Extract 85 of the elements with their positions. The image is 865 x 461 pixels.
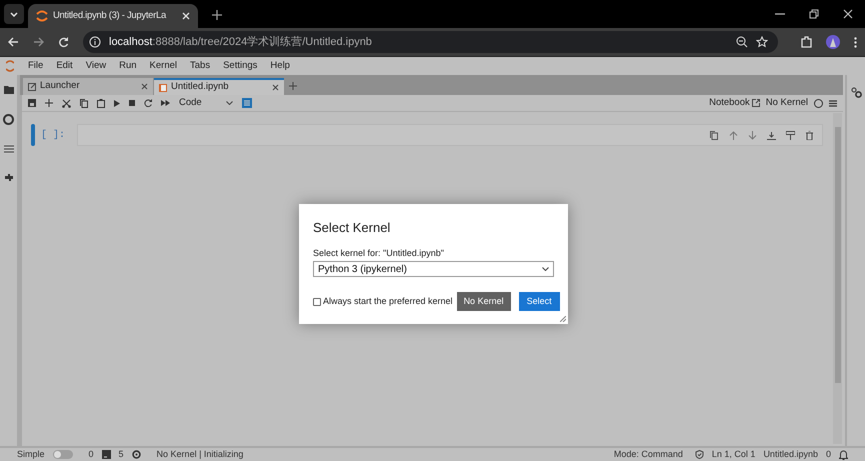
browser-tab[interactable]: Untitled.ipynb (3) - JupyterLa: [28, 4, 198, 28]
jupyter-logo-icon: [36, 10, 48, 22]
menu-item[interactable]: Kernel: [150, 58, 178, 74]
close-icon[interactable]: [843, 9, 853, 19]
paste-icon[interactable]: [97, 98, 105, 108]
simple-toggle[interactable]: [52, 450, 73, 459]
kernel-dropdown[interactable]: Python 3 (ipykernel): [313, 261, 554, 277]
no-kernel-button[interactable]: No Kernel: [456, 292, 511, 311]
menu-item[interactable]: View: [86, 58, 106, 74]
star-icon[interactable]: [756, 36, 768, 48]
kernel-idle-icon: [814, 98, 823, 108]
add-icon[interactable]: [45, 99, 53, 107]
scrollbar[interactable]: [833, 113, 842, 444]
cursor-position[interactable]: Ln 1, Col 1: [712, 448, 756, 461]
close-icon[interactable]: [141, 83, 148, 90]
menu-item[interactable]: Settings: [223, 58, 258, 74]
notification-count[interactable]: 0: [826, 448, 831, 461]
document-tab[interactable]: Untitled.ipynb: [154, 78, 284, 95]
dialog-label: Select kernel for: "Untitled.ipynb": [313, 246, 445, 260]
url-text: localhost:8888/lab/tree/2024学术训练营/Untitled.ipynb: [109, 34, 373, 50]
scrollbar-thumb[interactable]: [834, 127, 840, 383]
insert-below-icon[interactable]: [786, 130, 795, 140]
play-icon[interactable]: [114, 100, 120, 106]
tab-title: Untitled.ipynb (3) - JupyterLa: [53, 8, 168, 23]
document-tab[interactable]: Launcher: [23, 78, 153, 95]
stop-circle-icon[interactable]: [3, 114, 14, 125]
notebook-link[interactable]: Notebook: [709, 96, 760, 110]
duplicate-icon[interactable]: [710, 130, 719, 140]
copy-icon[interactable]: [80, 98, 88, 108]
menu-item[interactable]: Edit: [56, 58, 73, 74]
chevron-down-icon: [10, 12, 18, 16]
terminal-icon: [102, 450, 111, 459]
menu-item[interactable]: Help: [270, 58, 290, 74]
zoom-icon[interactable]: [736, 36, 748, 48]
save-icon[interactable]: [28, 99, 36, 107]
resize-grip-icon: [560, 316, 566, 322]
tab-list-button[interactable]: [4, 4, 24, 24]
address-bar[interactable]: localhost:8888/lab/tree/2024学术训练营/Untitled.ipynb: [83, 31, 778, 53]
scissors-icon[interactable]: [62, 98, 71, 108]
move-up-icon[interactable]: [729, 130, 738, 140]
insert-above-icon[interactable]: [767, 130, 776, 140]
launch-icon: [28, 82, 36, 90]
avatar-icon[interactable]: [826, 35, 840, 49]
close-icon[interactable]: [272, 84, 279, 91]
mode-label: Simple: [17, 448, 45, 461]
kernel-status[interactable]: No Kernel | Initializing: [156, 448, 244, 461]
restore-icon[interactable]: [809, 9, 819, 19]
notebook-icon: [159, 84, 167, 92]
command-mode: Mode: Command: [614, 448, 683, 461]
list-icon[interactable]: [4, 145, 14, 153]
restart-icon[interactable]: [144, 99, 152, 107]
file-name: Untitled.ipynb: [763, 448, 818, 461]
jupyter-logo-icon: [6, 60, 14, 72]
table-of-contents-icon[interactable]: [242, 98, 252, 108]
add-tab-icon[interactable]: [289, 82, 297, 90]
chevron-down-icon: [542, 267, 549, 271]
back-icon[interactable]: [8, 37, 19, 47]
select-button[interactable]: Select: [518, 292, 560, 311]
trash-icon[interactable]: [805, 130, 814, 140]
dialog-title: Select Kernel: [313, 219, 392, 237]
menu-item[interactable]: File: [28, 58, 44, 74]
cell-type-dropdown[interactable]: Code: [179, 96, 233, 110]
move-down-icon[interactable]: [748, 130, 757, 140]
terminal-count[interactable]: 0: [88, 448, 94, 461]
cell-prompt: [ ]:: [41, 128, 66, 142]
more-icon[interactable]: [854, 36, 857, 48]
shield-check-icon: [694, 450, 704, 459]
menu-item[interactable]: Run: [119, 58, 137, 74]
active-cell-marker: [31, 124, 35, 146]
reload-icon[interactable]: [58, 36, 69, 48]
fast-forward-icon[interactable]: [161, 100, 170, 106]
extensions-icon[interactable]: [800, 36, 812, 48]
new-tab-icon[interactable]: [212, 10, 222, 20]
folder-icon[interactable]: [4, 85, 14, 94]
menu-item[interactable]: Tabs: [190, 58, 210, 74]
info-icon: [89, 36, 101, 48]
forward-icon[interactable]: [33, 37, 44, 47]
external-link-icon: [752, 99, 760, 107]
code-cell-input[interactable]: [77, 124, 823, 146]
preferred-kernel-checkbox[interactable]: Always start the preferred kernel: [313, 294, 453, 308]
kernel-name[interactable]: No Kernel: [766, 96, 808, 110]
bell-icon[interactable]: [839, 450, 848, 460]
kernel-count[interactable]: 5: [118, 448, 124, 461]
menu-icon[interactable]: [829, 100, 837, 106]
chevron-down-icon: [226, 101, 233, 105]
